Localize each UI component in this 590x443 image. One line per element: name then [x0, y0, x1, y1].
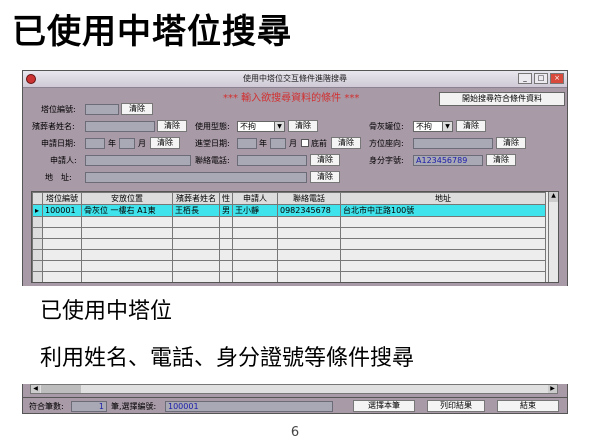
page-number: 6 [290, 425, 300, 440]
slide-title: 已使用中塔位搜尋 [12, 12, 292, 52]
enter-year-field[interactable] [237, 138, 257, 149]
table-cell: 王栢長 [172, 204, 220, 217]
applicant-field[interactable] [85, 155, 191, 166]
table-cell: 骨灰位 一樓右 A1東 [81, 204, 173, 217]
form-banner: *** 輸入欲搜尋資料的條件 *** [223, 93, 360, 104]
clear-contact-phone-button[interactable]: 清除 [310, 154, 340, 166]
caption-line-1: 已使用中塔位 [40, 299, 173, 324]
table-row[interactable] [32, 260, 546, 272]
scroll-left-icon[interactable]: ◀ [31, 385, 40, 393]
month-label: 月 [289, 139, 297, 148]
month-label: 月 [138, 139, 146, 148]
selected-no-field: 100001 [165, 401, 333, 412]
table-header-row: 塔位編號 安放位置 殯葬者姓名 性 申請人 聯絡電話 地址 [32, 192, 546, 205]
use-type-label: 使用型態: [195, 122, 230, 131]
column-header[interactable]: 地址 [340, 192, 546, 205]
ash-position-select[interactable]: 不拘 ▼ [413, 121, 453, 132]
row-pointer-icon: ▸ [32, 204, 43, 217]
scroll-thumb[interactable] [41, 385, 81, 393]
column-header[interactable]: 性 [219, 192, 233, 205]
column-header[interactable]: 聯絡電話 [277, 192, 341, 205]
direction-label: 方位座向: [369, 139, 404, 148]
clear-tower-no-button[interactable]: 清除 [121, 103, 153, 115]
clear-ash-position-button[interactable]: 清除 [456, 120, 486, 132]
column-header[interactable]: 塔位編號 [42, 192, 82, 205]
tower-no-label: 塔位編號: [41, 105, 76, 114]
id-label: 身分字號: [369, 156, 404, 165]
selected-no-label: 筆,選擇編號: [111, 402, 157, 411]
table-row[interactable]: ▸ 100001 骨灰位 一樓右 A1東 王栢長 男 王小靜 098234567… [32, 204, 546, 217]
before-checkbox[interactable] [301, 139, 309, 147]
table-row[interactable] [32, 249, 546, 261]
address-field[interactable] [85, 172, 307, 183]
start-search-button[interactable]: 開始搜尋符合條件資料 [439, 92, 565, 106]
contact-phone-label: 聯絡電話: [195, 156, 230, 165]
clear-deceased-name-button[interactable]: 清除 [157, 120, 187, 132]
year-label: 年 [108, 139, 116, 148]
apply-date-label: 申請日期: [41, 139, 76, 148]
scroll-right-icon[interactable]: ▶ [548, 385, 557, 393]
status-bar: 符合筆數: 1 筆,選擇編號: 100001 選擇本筆 列印結果 結束 [22, 397, 568, 414]
table-row[interactable] [32, 216, 546, 228]
clear-direction-button[interactable]: 清除 [496, 137, 526, 149]
horizontal-scrollbar[interactable]: ◀ ▶ [30, 384, 558, 394]
chevron-down-icon[interactable]: ▼ [442, 122, 452, 131]
deceased-name-label: 殯葬者姓名: [32, 122, 75, 131]
minimize-button[interactable]: _ [518, 73, 532, 84]
tower-no-field[interactable] [85, 104, 119, 115]
deceased-name-field[interactable] [85, 121, 155, 132]
ash-position-label: 骨灰罐位: [369, 122, 404, 131]
clear-use-type-button[interactable]: 清除 [288, 120, 318, 132]
print-results-button[interactable]: 列印結果 [427, 400, 485, 412]
table-cell: 男 [219, 204, 233, 217]
table-cell: 0982345678 [277, 204, 341, 217]
year-label: 年 [259, 139, 267, 148]
table-row[interactable] [32, 227, 546, 239]
column-header[interactable]: 殯葬者姓名 [172, 192, 220, 205]
select-row-button[interactable]: 選擇本筆 [353, 400, 415, 412]
table-cell: 台北市中正路100號 [340, 204, 546, 217]
chevron-down-icon[interactable]: ▼ [274, 122, 284, 131]
results-grid[interactable]: 塔位編號 安放位置 殯葬者姓名 性 申請人 聯絡電話 地址 ▸ 100001 骨… [31, 191, 559, 283]
clear-address-button[interactable]: 清除 [310, 171, 340, 183]
enter-month-field[interactable] [270, 138, 286, 149]
title-bar: 使用中塔位交互條件進階搜尋 _ □ × [23, 71, 567, 88]
table-row[interactable] [32, 238, 546, 250]
applicant-label: 申請人: [50, 156, 77, 165]
match-count-label: 符合筆數: [29, 402, 64, 411]
clear-apply-date-button[interactable]: 清除 [150, 137, 180, 149]
apply-year-field[interactable] [85, 138, 105, 149]
table-cell: 王小靜 [232, 204, 278, 217]
scroll-up-icon[interactable]: ▲ [549, 192, 558, 202]
table-row[interactable] [32, 271, 546, 282]
before-label: 底前 [311, 139, 327, 148]
window-title: 使用中塔位交互條件進階搜尋 [243, 74, 347, 83]
contact-phone-field[interactable] [237, 155, 307, 166]
exit-button[interactable]: 結束 [497, 400, 559, 412]
match-count-field: 1 [71, 401, 107, 412]
id-field[interactable]: A123456789 [413, 155, 483, 166]
column-header[interactable]: 安放位置 [81, 192, 173, 205]
enter-date-label: 進堂日期: [195, 139, 230, 148]
use-type-select[interactable]: 不拘 ▼ [237, 121, 285, 132]
column-header[interactable]: 申請人 [232, 192, 278, 205]
vertical-scrollbar[interactable]: ▲ [548, 192, 558, 282]
direction-field[interactable] [413, 138, 493, 149]
caption-line-2: 利用姓名、電話、身分證號等條件搜尋 [40, 346, 415, 371]
clear-enter-date-button[interactable]: 清除 [331, 137, 361, 149]
clear-id-button[interactable]: 清除 [486, 154, 516, 166]
close-button[interactable]: × [550, 73, 564, 84]
table-cell: 100001 [42, 204, 82, 217]
apply-month-field[interactable] [119, 138, 135, 149]
address-label: 地 址: [45, 173, 72, 182]
maximize-button[interactable]: □ [534, 73, 548, 84]
